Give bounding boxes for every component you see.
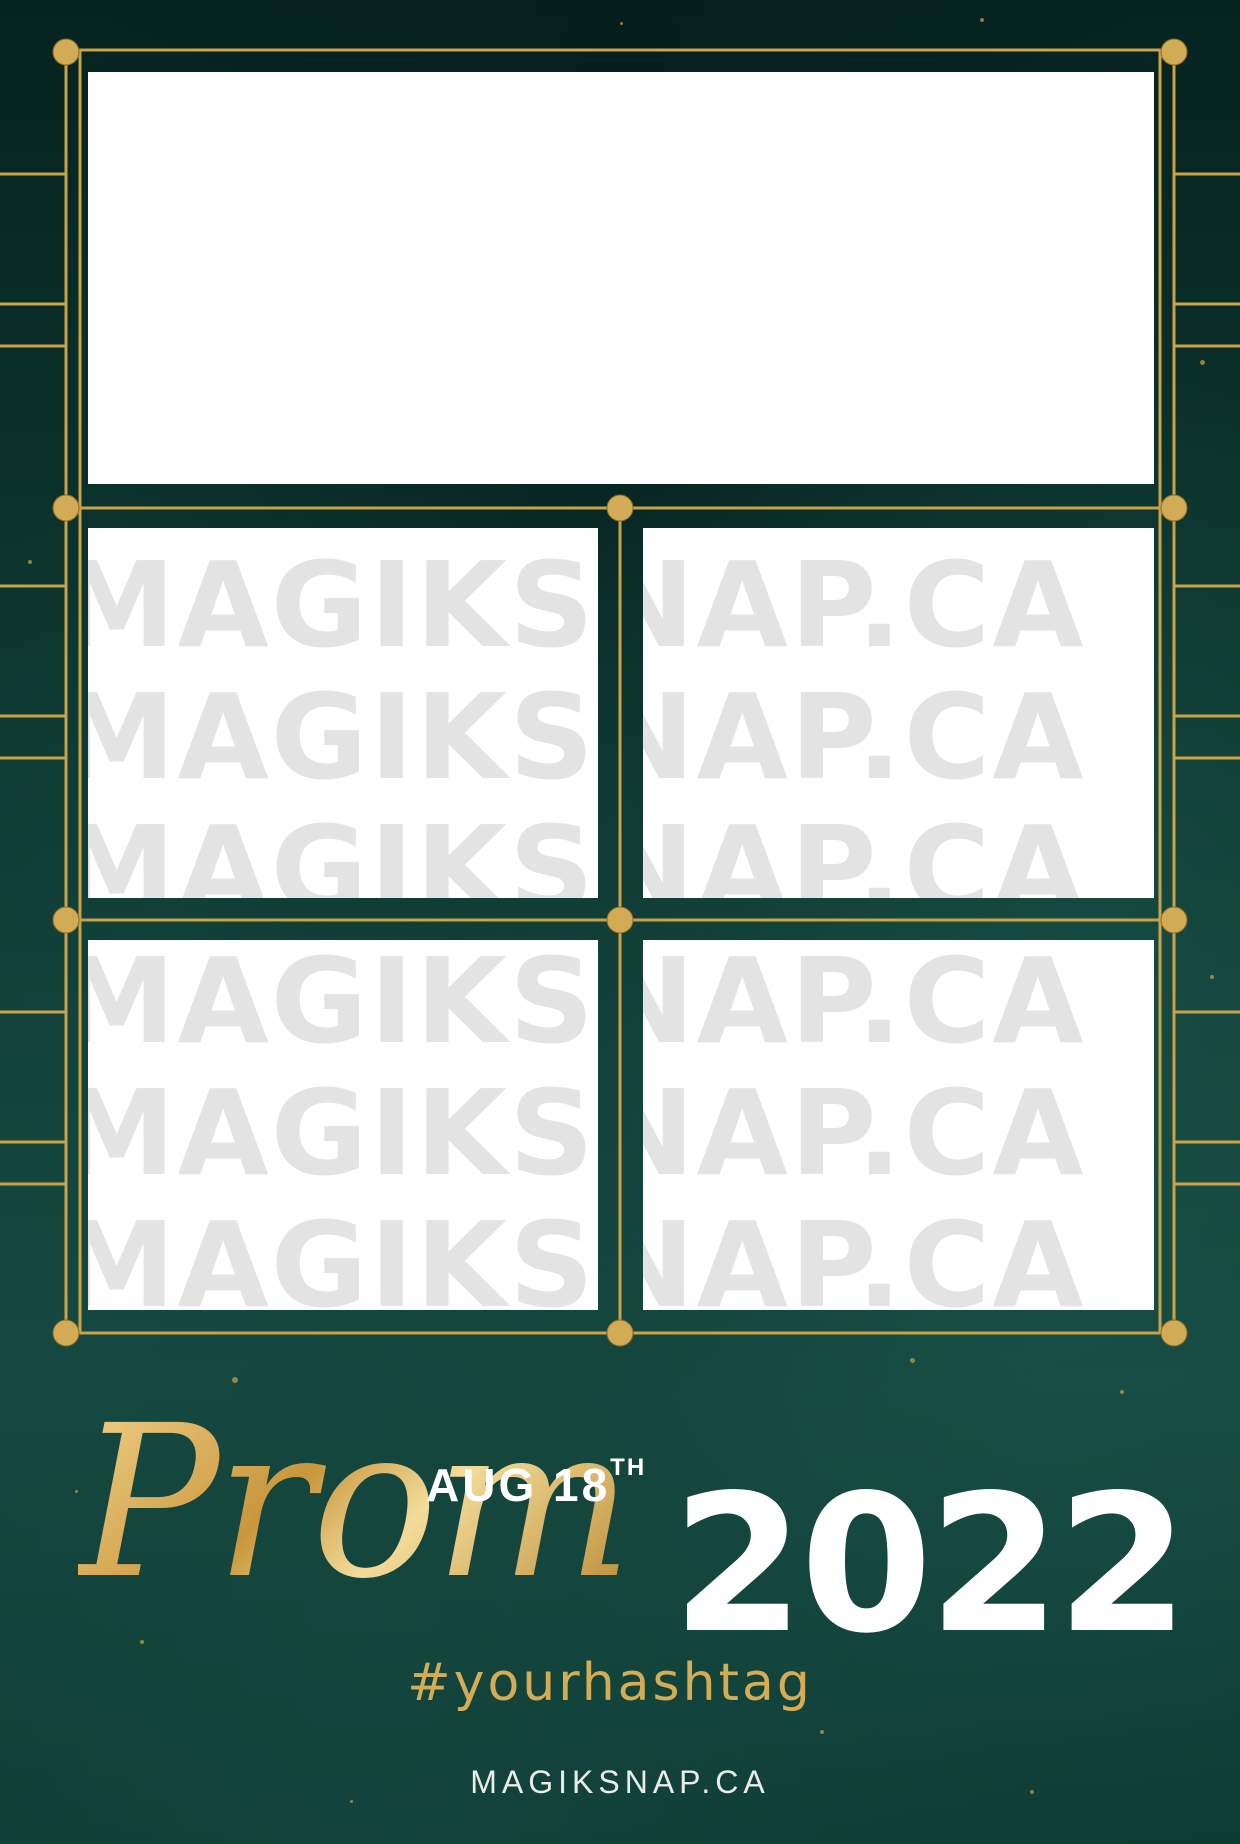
watermark-text: MAGIKSNAP.CA (88, 536, 598, 674)
watermark-text: MAGIKSNAP.CA (88, 940, 598, 1070)
watermark-text: MAGIKSNAP.CA (88, 800, 598, 898)
watermark-text: MAGIKSNAP.CA (88, 1064, 598, 1202)
photo-slot-3[interactable]: MAGIKSNAP.CA MAGIKSNAP.CA MAGIKSNAP.CA (643, 528, 1154, 898)
event-date-main: AUG 18 (426, 1459, 611, 1511)
photo-slot-4[interactable]: MAGIKSNAP.CA MAGIKSNAP.CA MAGIKSNAP.CA (88, 940, 598, 1310)
photo-slot-1[interactable] (88, 72, 1154, 484)
watermark-text: MAGIKSNAP.CA (88, 668, 598, 806)
event-date-suffix: TH (610, 1454, 647, 1481)
watermark-text: MAGIKSNAP.CA (88, 1196, 598, 1310)
event-year: 2022 (672, 1454, 1189, 1675)
event-date: AUG 18TH (426, 1456, 646, 1511)
photo-strip-template: MAGIKSNAP.CA MAGIKSNAP.CA MAGIKSNAP.CA M… (0, 0, 1240, 1844)
photo-slot-2[interactable]: MAGIKSNAP.CA MAGIKSNAP.CA MAGIKSNAP.CA (88, 528, 598, 898)
event-hashtag: #yourhashtag (407, 1653, 813, 1713)
photo-slot-5[interactable]: MAGIKSNAP.CA MAGIKSNAP.CA MAGIKSNAP.CA (643, 940, 1154, 1310)
footer-brand: MAGIKSNAP.CA (470, 1764, 770, 1800)
